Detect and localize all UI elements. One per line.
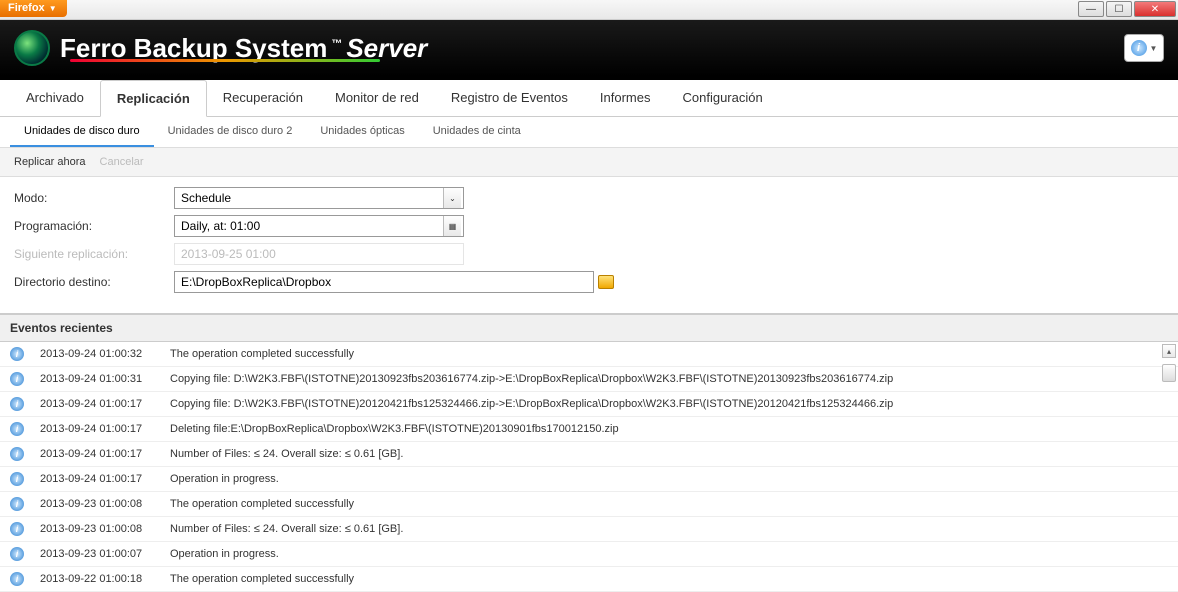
close-button[interactable]: ✕ (1134, 1, 1176, 17)
destination-input-wrap (174, 271, 594, 293)
mode-label: Modo: (14, 191, 174, 205)
next-replication-value: 2013-09-25 01:00 (174, 243, 464, 265)
event-timestamp: 2013-09-24 01:00:17 (40, 398, 170, 410)
event-message: The operation completed successfully (170, 573, 1168, 585)
scroll-up-icon[interactable]: ▴ (1162, 344, 1176, 358)
app-header: Ferro Backup System™ Server i ▼ (0, 20, 1178, 80)
info-icon: i (10, 347, 24, 361)
tm-mark: ™ (331, 38, 342, 50)
event-row[interactable]: i 2013-09-23 01:00:08Number of Files: ≤ 2… (0, 517, 1178, 542)
event-message: The operation completed successfully (170, 498, 1168, 510)
chevron-down-icon: ▼ (1150, 44, 1158, 53)
tab-informes[interactable]: Informes (584, 80, 667, 116)
event-message: Number of Files: ≤ 24. Overall size: ≤ 0… (170, 448, 1168, 460)
sub-tabs: Unidades de disco duro Unidades de disco… (0, 117, 1178, 148)
subtab-hdd[interactable]: Unidades de disco duro (10, 117, 154, 147)
event-row[interactable]: i 2013-09-24 01:00:17Deleting file:E:\Dro… (0, 417, 1178, 442)
info-menu-button[interactable]: i ▼ (1124, 34, 1164, 62)
subtab-tape[interactable]: Unidades de cinta (419, 117, 535, 147)
info-icon: i (10, 397, 24, 411)
events-body: i2013-09-24 01:00:32The operation comple… (0, 342, 1178, 592)
firefox-label: Firefox (8, 2, 45, 14)
tab-monitor-red[interactable]: Monitor de red (319, 80, 435, 116)
maximize-button[interactable]: ☐ (1106, 1, 1132, 17)
subtab-optical[interactable]: Unidades ópticas (306, 117, 418, 147)
subtab-hdd2[interactable]: Unidades de disco duro 2 (154, 117, 307, 147)
event-row[interactable]: i 2013-09-24 01:00:31Copying file: D:\W2K… (0, 367, 1178, 392)
browse-folder-button[interactable] (598, 275, 614, 289)
event-message: Copying file: D:\W2K3.FBF\(ISTOTNE)20130… (170, 373, 1168, 385)
minimize-button[interactable]: — (1078, 1, 1104, 17)
event-row[interactable]: i 2013-09-24 01:00:17Copying file: D:\W2K… (0, 392, 1178, 417)
events-title: Eventos recientes (10, 321, 113, 335)
event-timestamp: 2013-09-23 01:00:08 (40, 523, 170, 535)
info-icon: i (10, 497, 24, 511)
tab-recuperacion[interactable]: Recuperación (207, 80, 319, 116)
event-row[interactable]: i 2013-09-24 01:00:32The operation comple… (0, 342, 1178, 367)
calendar-icon[interactable]: ▦ (443, 216, 461, 236)
dropdown-icon: ▼ (49, 4, 57, 13)
event-timestamp: 2013-09-24 01:00:31 (40, 373, 170, 385)
schedule-value[interactable] (175, 216, 443, 236)
destination-input[interactable] (175, 272, 589, 292)
scroll-thumb[interactable] (1162, 364, 1176, 382)
event-timestamp: 2013-09-23 01:00:08 (40, 498, 170, 510)
main-tabs: Archivado Replicación Recuperación Monit… (0, 80, 1178, 117)
event-timestamp: 2013-09-24 01:00:17 (40, 423, 170, 435)
event-message: Number of Files: ≤ 24. Overall size: ≤ 0… (170, 523, 1168, 535)
event-row[interactable]: i 2013-09-23 01:00:07Operation in progres… (0, 542, 1178, 567)
info-icon: i (10, 372, 24, 386)
event-message: Operation in progress. (170, 548, 1168, 560)
window-titlebar: Firefox ▼ — ☐ ✕ (0, 0, 1178, 20)
chevron-down-icon[interactable]: ⌄ (443, 188, 461, 208)
event-row[interactable]: i 2013-09-24 01:00:17Number of Files: ≤ 2… (0, 442, 1178, 467)
event-timestamp: 2013-09-22 01:00:18 (40, 573, 170, 585)
info-icon: i (10, 472, 24, 486)
mode-select[interactable]: ⌄ (174, 187, 464, 209)
info-icon: i (10, 522, 24, 536)
action-bar: Replicar ahora Cancelar (0, 148, 1178, 177)
window-controls: — ☐ ✕ (1078, 0, 1178, 17)
next-replication-label: Siguiente replicación: (14, 247, 174, 261)
event-timestamp: 2013-09-23 01:00:07 (40, 548, 170, 560)
event-row[interactable]: i 2013-09-24 01:00:17Operation in progres… (0, 467, 1178, 492)
cancel-button: Cancelar (100, 156, 144, 168)
event-message: Operation in progress. (170, 473, 1168, 485)
info-icon: i (1131, 40, 1147, 56)
info-icon: i (10, 547, 24, 561)
tab-replicacion[interactable]: Replicación (100, 80, 207, 117)
settings-form: Modo: ⌄ Programación: ▦ Siguiente replic… (0, 177, 1178, 314)
schedule-picker[interactable]: ▦ (174, 215, 464, 237)
event-timestamp: 2013-09-24 01:00:17 (40, 448, 170, 460)
events-table: i2013-09-24 01:00:32The operation comple… (0, 342, 1178, 592)
tab-archivado[interactable]: Archivado (10, 80, 100, 116)
tab-configuracion[interactable]: Configuración (666, 80, 778, 116)
event-timestamp: 2013-09-24 01:00:17 (40, 473, 170, 485)
event-message: The operation completed successfully (170, 348, 1168, 360)
events-header: Eventos recientes (0, 314, 1178, 342)
title-underline (70, 59, 380, 62)
app-logo-icon (14, 30, 50, 66)
event-message: Copying file: D:\W2K3.FBF\(ISTOTNE)20120… (170, 398, 1168, 410)
event-row[interactable]: i 2013-09-22 01:00:18The operation comple… (0, 567, 1178, 592)
info-icon: i (10, 572, 24, 586)
replicate-now-button[interactable]: Replicar ahora (14, 156, 86, 168)
mode-value[interactable] (175, 188, 443, 208)
firefox-menu-button[interactable]: Firefox ▼ (0, 0, 67, 17)
event-timestamp: 2013-09-24 01:00:32 (40, 348, 170, 360)
event-row[interactable]: i 2013-09-23 01:00:08The operation comple… (0, 492, 1178, 517)
schedule-label: Programación: (14, 219, 174, 233)
destination-label: Directorio destino: (14, 275, 174, 289)
info-icon: i (10, 447, 24, 461)
scrollbar[interactable]: ▴ (1162, 344, 1176, 382)
event-message: Deleting file:E:\DropBoxReplica\Dropbox\… (170, 423, 1168, 435)
info-icon: i (10, 422, 24, 436)
tab-registro-eventos[interactable]: Registro de Eventos (435, 80, 584, 116)
